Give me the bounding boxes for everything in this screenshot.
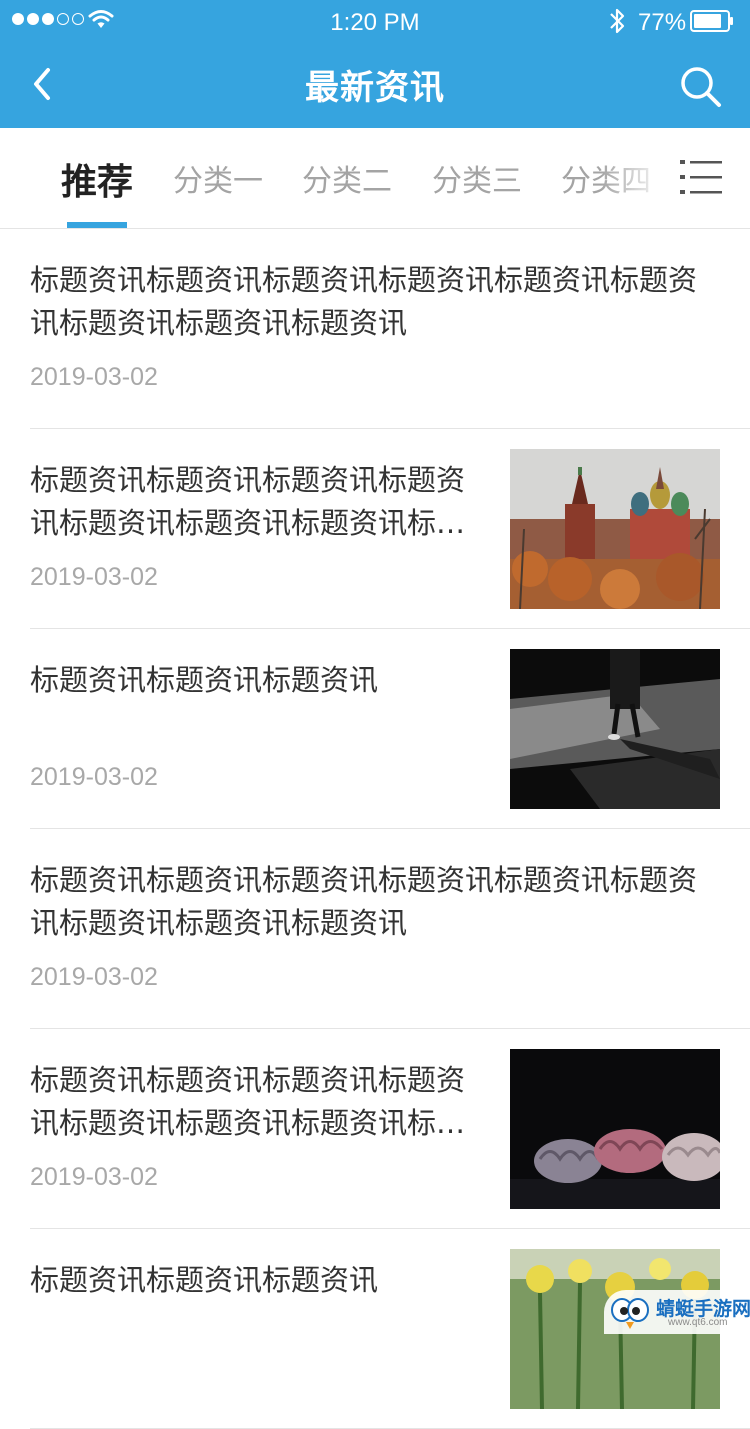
news-title: 标题资讯标题资讯标题资讯 [30,1263,379,1297]
kremlin-thumbnail [510,449,720,609]
news-item[interactable]: 标题资讯标题资讯标题资讯标题资讯标题资讯标题资讯标题资讯标题资讯标题资讯 201… [30,829,750,1029]
watermark-url: www.qt6.com [668,1317,728,1328]
active-tab-indicator [67,222,127,228]
news-item[interactable]: 标题资讯标题资讯标题资讯 2019-03-02 [30,629,750,829]
news-date: 2019-03-02 [30,963,158,991]
battery-percentage: 77% [638,9,687,36]
news-date: 2019-03-02 [30,1163,158,1191]
news-title: 标题资讯标题资讯标题资讯标题资讯标题资讯标题资讯标题资讯标题资讯标题资讯 [30,863,698,940]
pastries-thumbnail [510,1049,720,1209]
tab-category-1[interactable]: 分类一 [173,156,263,200]
category-menu-icon[interactable] [680,158,722,196]
shadow-walker-thumbnail [510,649,720,809]
status-bar: 1:20 PM 77% [0,0,750,44]
category-tabs: 推荐 分类一 分类二 分类三 分类四 [0,128,750,229]
search-icon[interactable] [676,62,724,110]
news-item[interactable]: 标题资讯标题资讯标题资讯标题资讯标题资讯标题资讯标题资讯标题资讯 2019-03… [30,429,750,629]
battery-icon [690,10,733,32]
dragonfly-logo-icon [611,1298,649,1329]
news-date: 2019-03-02 [30,563,158,591]
news-title: 标题资讯标题资讯标题资讯标题资讯标题资讯标题资讯标题资讯标题资讯 [30,1063,466,1140]
news-date: 2019-03-02 [30,363,158,391]
tab-category-4[interactable]: 分类四 [561,156,651,200]
news-list: 标题资讯标题资讯标题资讯标题资讯标题资讯标题资讯标题资讯标题资讯标题资讯 201… [0,229,750,1429]
bluetooth-icon [610,8,625,34]
news-item[interactable]: 标题资讯标题资讯标题资讯标题资讯标题资讯标题资讯标题资讯标题资讯 2019-03… [30,1029,750,1229]
news-title: 标题资讯标题资讯标题资讯 [30,663,379,697]
app-header: 1:20 PM 77% 最新资讯 [0,0,750,128]
tab-category-3[interactable]: 分类三 [432,156,522,200]
tab-category-2[interactable]: 分类二 [302,156,392,200]
page-title: 最新资讯 [305,68,445,108]
news-title: 标题资讯标题资讯标题资讯标题资讯标题资讯标题资讯标题资讯标题资讯 [30,463,466,540]
tab-recommend[interactable]: 推荐 [61,153,133,205]
news-item[interactable]: 标题资讯标题资讯标题资讯标题资讯标题资讯标题资讯标题资讯标题资讯标题资讯 201… [30,229,750,429]
site-watermark: 蜻蜓手游网 www.qt6.com [604,1290,750,1334]
news-date: 2019-03-02 [30,763,158,791]
news-title: 标题资讯标题资讯标题资讯标题资讯标题资讯标题资讯标题资讯标题资讯标题资讯 [30,263,698,340]
